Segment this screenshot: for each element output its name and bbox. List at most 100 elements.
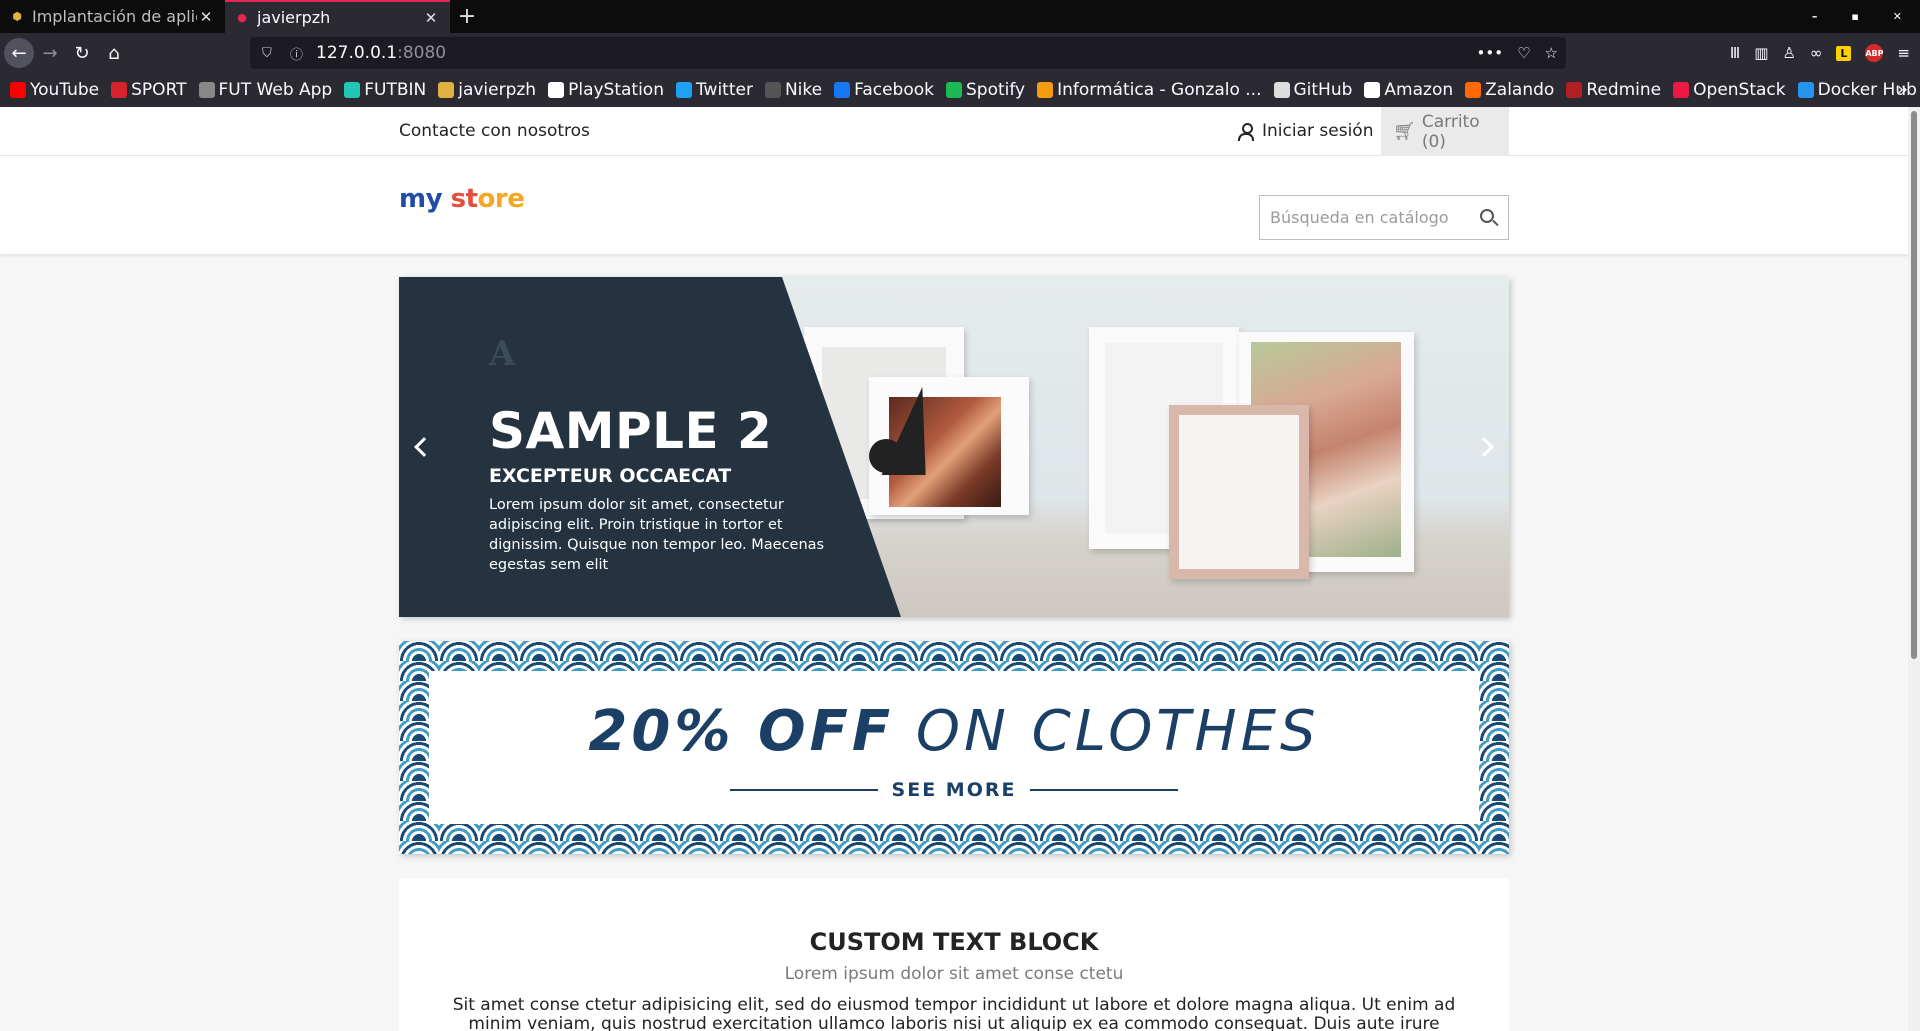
pocket-icon[interactable]: ♡: [1517, 44, 1530, 62]
user-icon: [1238, 122, 1254, 141]
search-input[interactable]: [1270, 208, 1470, 227]
top-nav: Contacte con nosotros Iniciar sesión 🛒︎ …: [0, 107, 1908, 156]
bookmark-item[interactable]: Facebook: [834, 80, 934, 100]
window-controls: – ▪ ✕: [1812, 0, 1920, 33]
slide-text: Lorem ipsum dolor sit amet, consectetur …: [489, 497, 825, 573]
search-icon[interactable]: [1480, 209, 1494, 223]
slide-subtitle: EXCEPTEUR OCCAECAT: [489, 465, 732, 487]
custom-text-title: CUSTOM TEXT BLOCK: [809, 928, 1099, 956]
bookmark-item[interactable]: Redmine: [1566, 80, 1661, 100]
chevron-right-icon: [1474, 437, 1494, 457]
bookmark-item[interactable]: FUT Web App: [198, 80, 333, 100]
signin-link[interactable]: Iniciar sesión: [1238, 121, 1373, 141]
bookmark-item[interactable]: Twitter: [675, 80, 753, 100]
bookmark-label: Nike: [784, 80, 823, 100]
forward-button[interactable]: →: [34, 37, 66, 69]
cart-button[interactable]: 🛒︎ Carrito (0): [1381, 107, 1509, 156]
prestashop-favicon-icon: ●: [237, 11, 247, 24]
sidebar-icon[interactable]: ▥: [1754, 44, 1768, 62]
bookmarks-bar: YouTube SPORT FUT Web App FUTBIN javierpzh Pl…: [0, 73, 1920, 107]
toolbar-extensions: Ⅲ ▥ ♙ ∞ L ABP ≡: [1730, 33, 1910, 73]
logo-part: ore: [477, 184, 525, 214]
bookmark-label: Zalando: [1485, 80, 1555, 100]
catalog-search: [1259, 195, 1509, 240]
mask-icon[interactable]: ∞: [1810, 44, 1823, 62]
bookmark-item[interactable]: OpenStack: [1673, 80, 1786, 100]
bookmark-label: javierpzh: [458, 80, 537, 100]
scrollbar-thumb[interactable]: [1911, 111, 1917, 659]
extension-l-icon[interactable]: L: [1836, 45, 1852, 61]
reload-button[interactable]: ↻: [66, 37, 98, 69]
promo-banner[interactable]: 20% OFF ON CLOTHES SEE MORE: [399, 641, 1509, 854]
close-window-icon[interactable]: ✕: [1893, 10, 1902, 23]
carousel-next-button[interactable]: [1473, 432, 1495, 462]
bookmarks-overflow-icon[interactable]: »: [1897, 79, 1908, 100]
bookmark-label: FUTBIN: [364, 80, 427, 100]
page-scrollbar[interactable]: [1908, 107, 1920, 1031]
chevron-left-icon: [414, 437, 434, 457]
bookmark-item[interactable]: Informática - Gonzalo ...: [1037, 80, 1262, 100]
tab-implantacion[interactable]: ⬢ Implantación de aplic ✕: [0, 0, 225, 33]
github-icon: [1273, 82, 1290, 98]
bookmark-item[interactable]: javierpzh: [438, 80, 536, 100]
extension-icon[interactable]: ♙: [1782, 44, 1795, 62]
more-actions-icon[interactable]: •••: [1477, 44, 1504, 62]
redmine-icon: [1566, 82, 1583, 98]
new-tab-button[interactable]: +: [450, 0, 484, 33]
nav-toolbar: ← → ↻ ⌂ ⛉ ⓘ 127.0.0.1:8080 ••• ♡ ☆ Ⅲ ▥ ♙…: [0, 33, 1920, 73]
bookmark-label: GitHub: [1293, 80, 1353, 100]
bookmark-star-icon[interactable]: ☆: [1545, 44, 1558, 62]
logo-part: st: [450, 184, 478, 214]
contact-link[interactable]: Contacte con nosotros: [399, 121, 590, 141]
bookmark-item[interactable]: Amazon: [1364, 80, 1453, 100]
info-icon[interactable]: ⓘ: [290, 44, 310, 63]
menu-icon[interactable]: ≡: [1897, 44, 1910, 62]
divider: [1030, 789, 1179, 791]
store-logo[interactable]: my store: [399, 184, 525, 214]
facebook-icon: [834, 82, 851, 98]
signin-label: Iniciar sesión: [1262, 121, 1374, 141]
back-button[interactable]: ←: [4, 38, 34, 68]
twitter-icon: [675, 82, 692, 98]
url-host: 127.0.0.1: [316, 43, 398, 63]
see-more-label: SEE MORE: [891, 779, 1017, 801]
logo-part: [442, 184, 451, 214]
globe-icon: [198, 82, 215, 98]
store-page: Contacte con nosotros Iniciar sesión 🛒︎ …: [0, 107, 1908, 1031]
shield-icon[interactable]: ⛉: [262, 46, 282, 61]
close-tab-icon[interactable]: ✕: [197, 8, 215, 26]
spotify-icon: [946, 82, 962, 98]
url-bar[interactable]: ⛉ ⓘ 127.0.0.1:8080 ••• ♡ ☆: [250, 37, 1566, 69]
tab-strip: ⬢ Implantación de aplic ✕ ● javierpzh ✕ …: [0, 0, 1920, 33]
promo-rest: ON CLOTHES: [894, 699, 1320, 764]
bookmark-item[interactable]: Zalando: [1465, 80, 1554, 100]
carousel-prev-button[interactable]: [413, 432, 435, 462]
bookmark-item[interactable]: SPORT: [111, 80, 187, 100]
bookmark-item[interactable]: Nike: [764, 80, 823, 100]
javierpzh-icon: [438, 82, 455, 98]
library-icon[interactable]: Ⅲ: [1730, 44, 1740, 62]
cart-label: Carrito (0): [1421, 111, 1480, 152]
close-tab-icon[interactable]: ✕: [422, 9, 440, 27]
bookmark-item[interactable]: Spotify: [946, 80, 1025, 100]
bookmark-label: PlayStation: [568, 80, 664, 100]
promo-headline: 20% OFF ON CLOTHES: [429, 699, 1479, 764]
adblock-icon[interactable]: ABP: [1865, 44, 1884, 62]
bookmark-label: OpenStack: [1693, 80, 1786, 100]
tab-javierpzh[interactable]: ● javierpzh ✕: [225, 0, 450, 33]
bookmark-label: Facebook: [854, 80, 934, 100]
bookmark-item[interactable]: FUTBIN: [344, 80, 426, 100]
javierpzh-favicon-icon: ⬢: [12, 10, 22, 23]
bookmark-item[interactable]: YouTube: [10, 80, 99, 100]
sport-icon: [111, 82, 128, 98]
bookmark-item[interactable]: PlayStation: [548, 80, 664, 100]
slide-title: SAMPLE 2: [489, 402, 773, 460]
bookmark-label: FUT Web App: [218, 80, 333, 100]
cart-icon: 🛒︎: [1393, 121, 1416, 142]
minimize-icon[interactable]: –: [1812, 10, 1818, 23]
maximize-icon[interactable]: ▪: [1851, 10, 1858, 23]
home-button[interactable]: ⌂: [98, 37, 130, 69]
bookmark-label: Amazon: [1384, 80, 1454, 100]
see-more-link[interactable]: SEE MORE: [429, 779, 1479, 801]
bookmark-item[interactable]: GitHub: [1273, 80, 1353, 100]
